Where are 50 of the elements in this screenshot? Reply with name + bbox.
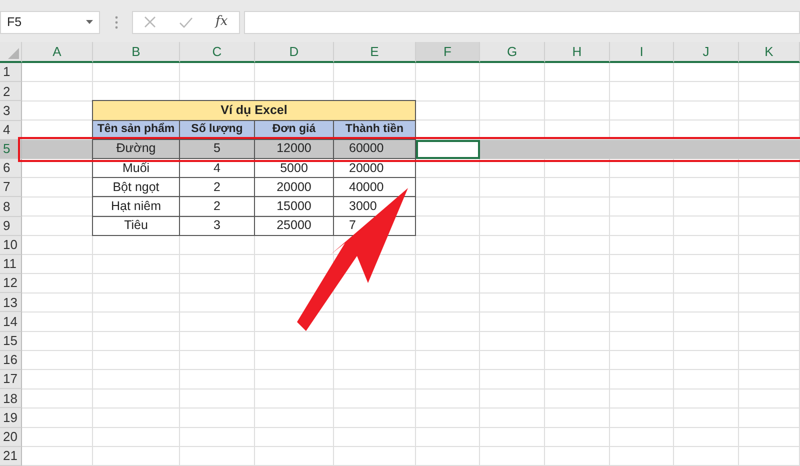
selected-cell [22,140,93,159]
active-cell[interactable] [416,140,480,159]
row-header[interactable]: 21 [0,446,22,466]
cell-reference: F5 [7,14,22,31]
row-header[interactable]: 12 [0,274,22,294]
selected-cell [480,140,545,159]
table-cell: Đường [92,138,180,159]
insert-function-button[interactable]: fx [216,14,228,30]
row-header[interactable]: 10 [0,236,22,255]
column-header[interactable]: D [255,42,334,63]
row-header[interactable]: 1 [0,63,22,82]
column-header[interactable]: C [180,42,255,63]
caret-icon [86,20,93,24]
row-header[interactable]: 11 [0,254,22,274]
row-header[interactable]: 18 [0,389,22,408]
check-icon[interactable] [178,16,193,28]
row-header[interactable]: 14 [0,312,22,332]
row-header[interactable]: 17 [0,370,22,390]
selected-cell [739,140,800,159]
table-cell: 5 [179,138,255,159]
row-header[interactable]: 7 [0,178,22,198]
table-cell: 12000 [254,138,334,159]
formula-input[interactable] [244,10,800,34]
table-cell: 60000 [333,138,416,159]
grip-icon [114,16,118,28]
column-header[interactable]: E [334,42,416,63]
table-title: Ví dụ Excel [92,100,416,121]
column-header[interactable]: F [416,42,480,63]
row-header[interactable]: 9 [0,216,22,236]
column-header[interactable]: I [610,42,674,63]
table-cell: Tiêu [92,216,180,236]
row-header[interactable]: 13 [0,293,22,312]
select-all-corner[interactable] [0,42,22,63]
column-header[interactable]: J [674,42,739,63]
row-header[interactable]: 15 [0,332,22,351]
row-header[interactable]: 6 [0,158,22,178]
row-header[interactable]: 3 [0,101,22,121]
row-header[interactable]: 16 [0,350,22,370]
row-header[interactable]: 8 [0,197,22,216]
cancel-icon[interactable] [144,16,156,28]
row-header[interactable]: 4 [0,120,22,140]
row-header[interactable]: 20 [0,428,22,447]
column-header[interactable]: B [93,42,180,63]
row-header[interactable]: 2 [0,82,22,102]
row-header[interactable]: 19 [0,408,22,428]
name-box[interactable]: F5 [0,10,100,34]
column-header[interactable]: G [480,42,545,63]
column-header[interactable]: A [22,42,93,63]
column-header[interactable]: K [739,42,800,63]
column-header[interactable]: H [545,42,610,63]
